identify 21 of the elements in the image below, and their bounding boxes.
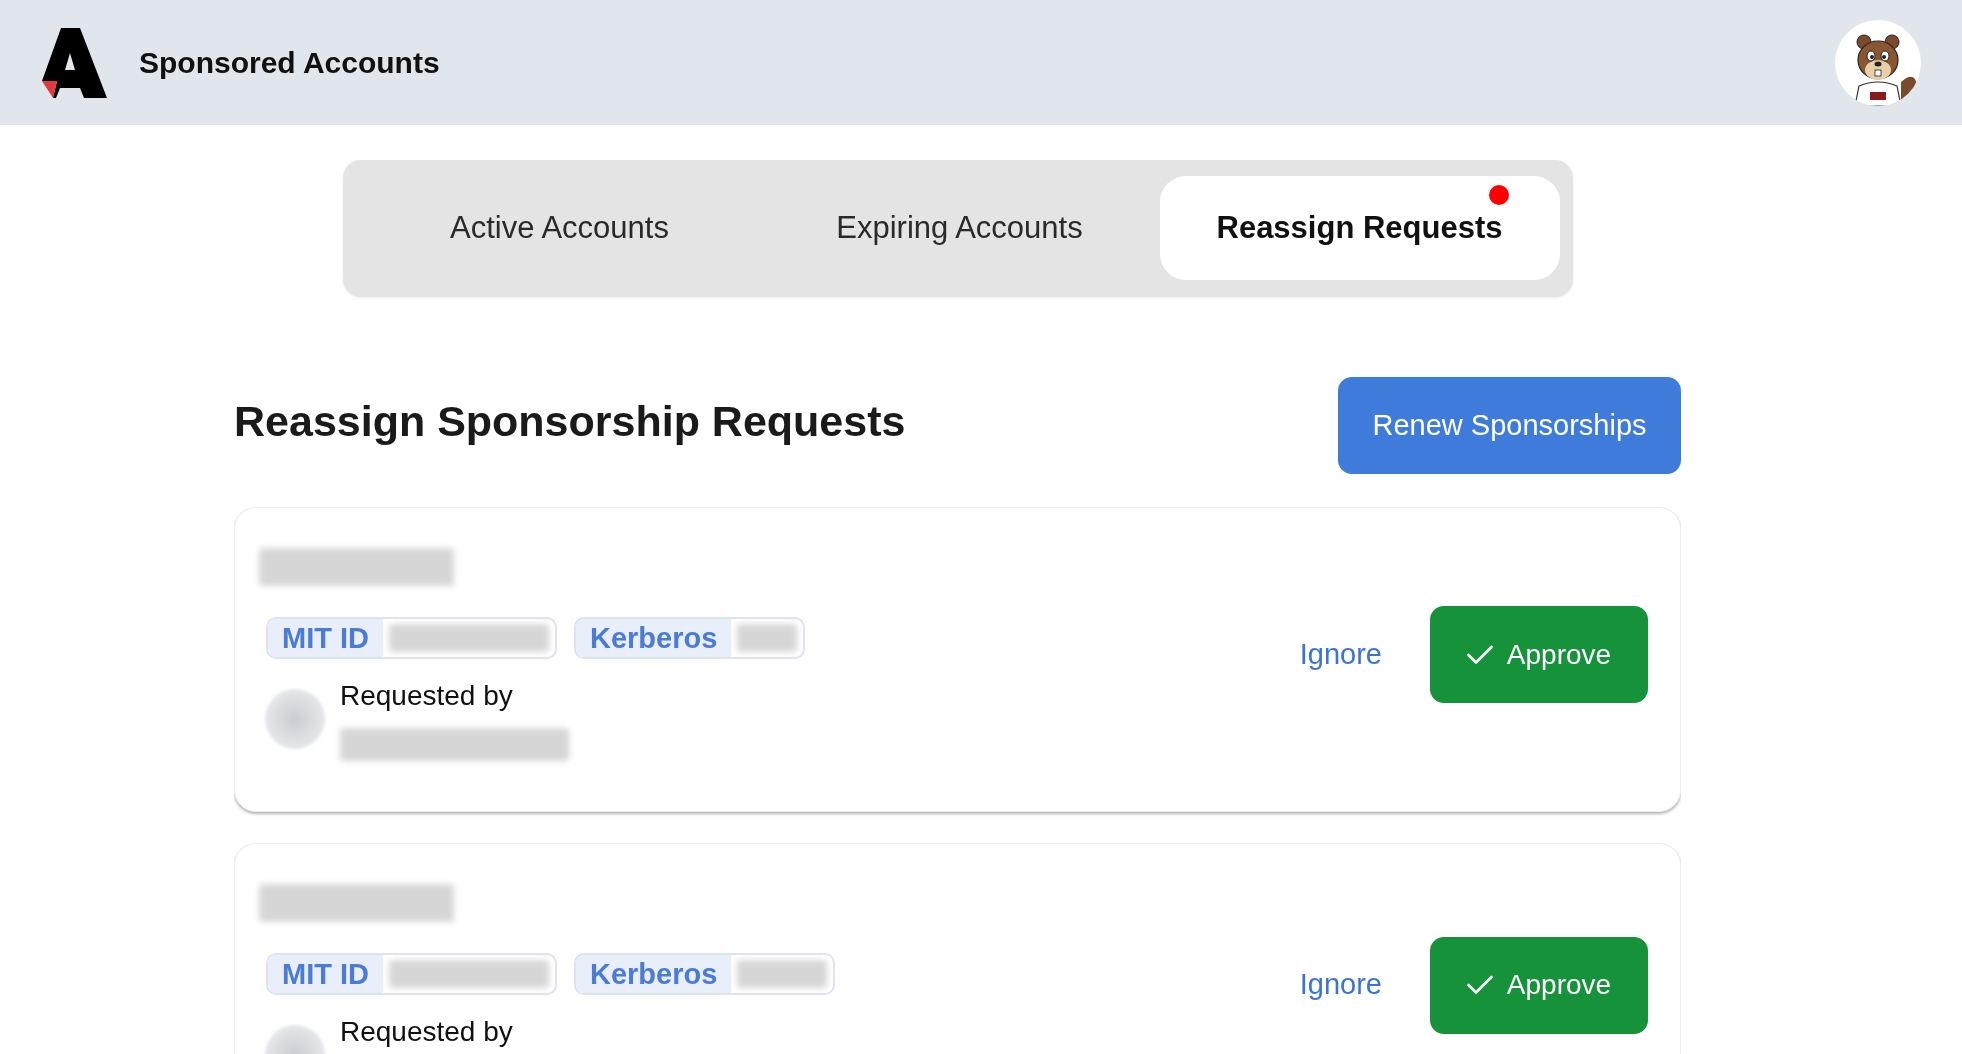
tag-label: Kerberos (576, 955, 732, 993)
ignore-link[interactable]: Ignore (1299, 632, 1382, 677)
tab[interactable]: Expiring Accounts (759, 176, 1160, 280)
requested-by-label: Requested by (340, 679, 513, 713)
page-heading: Reassign Sponsorship Requests (234, 395, 906, 447)
ignore-link[interactable]: Ignore (1299, 963, 1382, 1007)
check-icon (1466, 644, 1493, 665)
app-title: Sponsored Accounts (139, 45, 440, 81)
check-icon (1466, 975, 1493, 995)
tag-label: MIT ID (268, 619, 383, 657)
avatar-icon (264, 688, 326, 750)
renew-button[interactable]: Renew Sponsorships (1338, 377, 1681, 474)
avatar-icon[interactable] (1835, 19, 1921, 106)
approve-button[interactable]: Approve (1430, 606, 1648, 703)
tab[interactable]: Reassign Requests (1159, 176, 1560, 280)
tab[interactable]: Active Accounts (359, 176, 760, 280)
tag-label: MIT ID (268, 955, 383, 993)
tag-label: Kerberos (576, 619, 732, 657)
approve-button[interactable]: Approve (1430, 936, 1648, 1034)
logo-icon[interactable] (41, 27, 107, 98)
requested-by-label: Requested by (340, 1015, 513, 1049)
